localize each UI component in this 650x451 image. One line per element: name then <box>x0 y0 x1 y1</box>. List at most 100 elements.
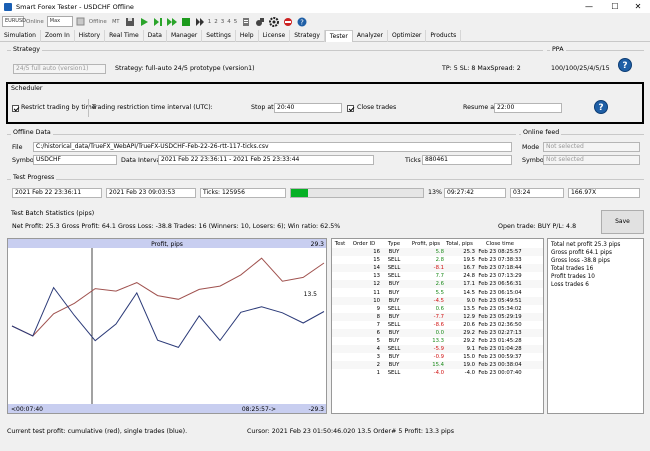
stop-at-input[interactable]: 20:40 <box>274 103 342 113</box>
chart-x-left-label: <00:07:40 <box>11 406 43 413</box>
cell-total: 29.2 <box>463 338 475 345</box>
col-close-time[interactable]: Close time <box>475 241 525 247</box>
save-icon[interactable] <box>124 16 136 28</box>
file-input[interactable]: C:/historical_data/TrueFX_WebAPI/TrueFX-… <box>33 142 512 152</box>
close-button[interactable]: ✕ <box>627 0 649 13</box>
tab-help[interactable]: Help <box>236 30 259 42</box>
table-row[interactable]: 9 SELL 0.6 13.5 Feb 23 05:34:02 <box>332 304 543 313</box>
minimize-button[interactable]: — <box>578 0 600 13</box>
step-5[interactable]: 5 <box>234 19 238 25</box>
summary-line: Total trades 16 <box>551 266 594 272</box>
tab-analyzer[interactable]: Analyzer <box>353 30 389 42</box>
tab-simulation[interactable]: Simulation <box>0 30 41 42</box>
play-icon[interactable] <box>138 16 150 28</box>
tab-zoom-in[interactable]: Zoom In <box>41 30 75 42</box>
summary-line: Loss trades 6 <box>551 282 589 288</box>
ticks-input[interactable]: 880461 <box>422 155 512 165</box>
tab-data[interactable]: Data <box>144 30 167 42</box>
cell-profit: 2.6 <box>435 281 444 288</box>
help-toolbar-icon[interactable]: ? <box>296 16 308 28</box>
table-row[interactable]: 15 SELL 2.8 19.5 Feb 23 07:38:33 <box>332 256 543 265</box>
step-icon[interactable] <box>152 16 164 28</box>
table-row[interactable]: 13 SELL 7.7 24.8 Feb 23 07:13:29 <box>332 272 543 281</box>
cell-close-time: Feb 23 08:25:57 <box>478 249 522 256</box>
tab-manager[interactable]: Manager <box>167 30 203 42</box>
col-profit[interactable]: Profit, pips <box>408 241 444 247</box>
mode-input[interactable]: Not selected <box>543 142 640 152</box>
table-row[interactable]: 5 BUY 13.3 29.2 Feb 23 01:45:28 <box>332 337 543 346</box>
speed-select[interactable]: Max <box>46 16 73 27</box>
offline-icon[interactable] <box>75 16 87 28</box>
table-row[interactable]: 10 BUY -4.5 9.0 Feb 23 05:49:51 <box>332 296 543 305</box>
col-order-id[interactable]: Order ID <box>348 241 380 247</box>
table-row[interactable]: 4 SELL -5.9 9.1 Feb 23 01:04:28 <box>332 345 543 354</box>
save-trades-button[interactable]: Save trades... <box>601 210 644 247</box>
skip-icon[interactable] <box>194 16 206 28</box>
ppa-header: PPA <box>550 46 566 53</box>
scheduler-help-icon[interactable]: ? <box>594 100 608 114</box>
step-3[interactable]: 3 <box>221 19 225 25</box>
mt-icon[interactable]: MT <box>110 16 122 28</box>
restrict-trading-checkbox[interactable] <box>12 104 19 112</box>
table-row[interactable]: 8 BUY -7.7 12.9 Feb 23 05:29:19 <box>332 312 543 321</box>
step-1[interactable]: 1 <box>208 19 212 25</box>
data-interval-input[interactable]: 2021 Feb 22 23:36:11 - 2021 Feb 25 23:33… <box>158 155 374 165</box>
online-symbol-input[interactable]: Not selected <box>543 155 640 165</box>
table-row[interactable]: 1 SELL -4.0 -4.0 Feb 23 00:07:40 <box>332 369 543 378</box>
status-left: Current test profit: cumulative (red), s… <box>7 428 188 435</box>
tools-icon[interactable] <box>254 16 266 28</box>
resume-at-input[interactable]: 22:00 <box>494 103 562 113</box>
tab-history[interactable]: History <box>75 30 106 42</box>
cell-total: 19.0 <box>463 362 475 369</box>
cell-close-time: Feb 23 07:18:44 <box>478 265 522 272</box>
maximize-button[interactable]: ☐ <box>604 0 626 13</box>
mode-label: Mode <box>522 144 540 151</box>
cell-type: SELL <box>387 273 401 280</box>
table-row[interactable]: 3 BUY -0.9 15.0 Feb 23 00:59:37 <box>332 353 543 362</box>
cell-type: SELL <box>387 346 401 353</box>
table-row[interactable]: 6 BUY 0.0 29.2 Feb 23 02:27:13 <box>332 328 543 338</box>
cell-close-time: Feb 23 05:29:19 <box>478 313 522 320</box>
step-2[interactable]: 2 <box>214 19 218 25</box>
table-row[interactable]: 2 BUY 15.4 19.0 Feb 23 00:38:04 <box>332 361 543 370</box>
cell-total: 24.8 <box>463 273 475 280</box>
cell-order-id: 4 <box>376 346 380 353</box>
tab-tester[interactable]: Tester <box>324 30 353 42</box>
symbol-select[interactable]: EURUSD <box>2 16 26 27</box>
col-total[interactable]: Total, pips <box>444 241 475 247</box>
stop-icon[interactable] <box>282 16 294 28</box>
progress-bar <box>290 188 424 198</box>
online-symbol-label: Symbol <box>522 157 546 164</box>
close-trades-label: Close trades <box>357 104 397 111</box>
table-row[interactable]: 12 BUY 2.6 17.1 Feb 23 06:56:31 <box>332 280 543 289</box>
table-row[interactable]: 16 BUY 5.8 25.3 Feb 23 08:25:57 <box>332 248 543 257</box>
tab-products[interactable]: Products <box>426 30 462 42</box>
symbol-input[interactable]: USDCHF <box>33 155 117 165</box>
step-4[interactable]: 4 <box>227 19 231 25</box>
col-test[interactable]: Test <box>332 241 348 247</box>
strategy-help-icon[interactable]: ? <box>618 58 632 72</box>
tab-settings[interactable]: Settings <box>202 30 236 42</box>
strategy-select[interactable]: 24/5 full auto (version1) <box>13 64 106 74</box>
cell-order-id: 11 <box>373 289 380 296</box>
col-type[interactable]: Type <box>380 241 408 247</box>
tab-optimizer[interactable]: Optimizer <box>388 30 427 42</box>
tab-strategy[interactable]: Strategy <box>290 30 325 42</box>
table-row[interactable]: 11 BUY 5.5 14.5 Feb 23 06:15:04 <box>332 288 543 297</box>
settings-gear-icon[interactable] <box>268 16 280 28</box>
cell-type: SELL <box>387 370 401 377</box>
cell-order-id: 14 <box>373 265 380 272</box>
record-icon[interactable] <box>180 16 192 28</box>
cell-total: 16.7 <box>463 265 475 272</box>
tab-real-time[interactable]: Real Time <box>105 30 144 42</box>
cell-profit: -8.6 <box>433 321 444 328</box>
tab-license[interactable]: License <box>259 30 291 42</box>
cell-profit: 5.5 <box>435 289 444 296</box>
table-row[interactable]: 14 SELL -8.1 16.7 Feb 23 07:18:44 <box>332 264 543 273</box>
table-row[interactable]: 7 SELL -8.6 20.6 Feb 23 02:36:50 <box>332 320 543 329</box>
close-trades-checkbox[interactable] <box>347 104 354 112</box>
cell-profit: 13.3 <box>432 338 444 345</box>
fast-forward-icon[interactable] <box>166 16 178 28</box>
clipboard-icon[interactable] <box>240 16 252 28</box>
cell-total: 9.0 <box>466 297 475 304</box>
